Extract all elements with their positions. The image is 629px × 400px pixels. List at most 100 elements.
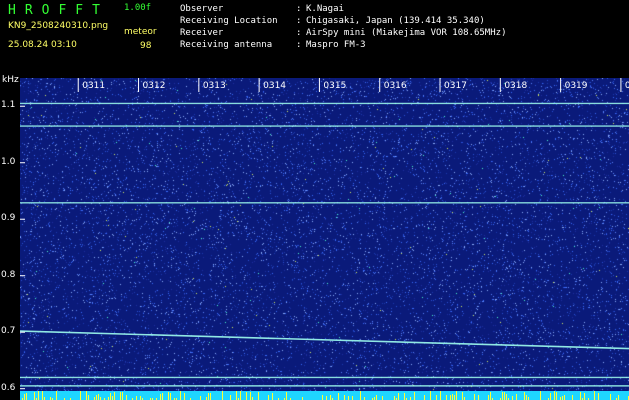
bottom-spike [126,395,127,400]
bottom-spike [490,392,491,400]
bottom-spike [618,395,619,400]
bottom-spike [246,392,247,400]
bottom-spike [414,392,415,400]
header-panel: HROFFT 1.00f KN9_2508240310.png 25.08.24… [0,0,629,74]
bottom-spike [526,395,527,400]
bottom-spike [114,392,115,400]
bottom-spike [610,394,611,400]
frequency-tick-label: 1.0 [1,156,16,167]
bottom-spike [430,391,431,400]
bottom-spike [504,392,505,400]
bottom-spike [580,392,581,400]
antenna-value: Maspro FM-3 [306,40,366,50]
bottom-spike [348,396,349,400]
bottom-spike [42,391,43,400]
bottom-spike [236,391,237,400]
bottom-spike [200,396,201,400]
bottom-spike [382,396,383,400]
observer-label: Observer [180,4,224,14]
bottom-spike [462,392,463,400]
bottom-spike [180,391,181,400]
bottom-spike [136,396,137,400]
bottom-spike [268,395,269,400]
colon: : [296,28,302,38]
bottom-spike [160,394,161,400]
bottom-spike [330,395,331,400]
bottom-spike [424,395,425,400]
bottom-spike [208,393,209,400]
bottom-spike [250,392,251,400]
frequency-tick-label: 0.8 [1,269,16,280]
bottom-spike [556,392,557,400]
bottom-spike [488,395,489,400]
time-tick-label: 0311 [82,81,106,91]
bottom-spike [184,393,185,400]
time-tick-label: 0312 [142,81,166,91]
bottom-spike [436,395,437,400]
bottom-spike [524,392,525,400]
version-label: 1.00f [124,3,152,13]
frequency-unit-label: kHz [2,75,19,85]
bottom-spike [162,393,163,400]
bottom-spike [80,391,81,400]
colon: : [296,40,302,50]
bottom-spike [554,391,555,400]
bottom-spike [140,396,141,400]
bottom-spike [88,395,89,400]
bottom-spike [344,395,345,400]
bottom-spike [540,391,541,400]
spectrogram-overlay [20,78,629,400]
bottom-spike [502,392,503,400]
bottom-spike [564,395,565,400]
bottom-spike [230,395,231,400]
time-tick-label: 0316 [383,81,407,91]
bottom-spike [398,393,399,400]
bottom-spike [598,393,599,400]
frequency-tick-label: 0.6 [1,382,16,393]
antenna-label: Receiving antenna [180,40,273,50]
bottom-spike [516,394,517,400]
bottom-spike [240,391,241,400]
bottom-spike [110,393,111,400]
bottom-spike [404,393,405,400]
bottom-spike [272,393,273,400]
time-tick-label: 0315 [323,81,347,91]
bottom-spike [360,391,361,400]
bottom-spike [96,395,97,400]
datetime-label: 25.08.24 03:10 [8,40,77,50]
bottom-spike [506,394,507,400]
bottom-spike [98,394,99,400]
bottom-spike [122,392,123,400]
app-title: HROFFT [8,3,109,18]
bottom-spike [286,392,287,400]
bottom-spike [210,393,211,400]
bottom-spike [112,396,113,400]
bottom-spike [456,391,457,400]
bottom-spike [452,394,453,400]
colon: : [296,16,302,26]
bottom-spike [34,392,35,400]
bottom-spike [450,395,451,400]
bottom-spike [446,395,447,400]
bottom-spike [376,395,377,400]
time-tick-label: 0317 [444,81,467,91]
time-tick-label: 0313 [202,81,226,91]
bottom-spike [584,393,585,400]
bottom-spike [222,391,223,400]
bottom-spike [86,391,87,400]
location-label: Receiving Location [180,16,278,26]
spectrogram-plot[interactable] [20,78,629,400]
colon: : [296,4,302,14]
bottom-spike [440,391,441,400]
bottom-spike [478,395,479,400]
bottom-spike [322,395,323,400]
time-tick-label: 0319 [564,81,588,91]
bottom-spike [550,393,551,400]
bottom-band [20,391,629,400]
filename-label: KN9_2508240310.png [8,21,109,31]
bottom-spike [38,391,39,400]
time-tick-label: 0318 [504,81,528,91]
bottom-spike [170,393,171,400]
bottom-spike [512,396,513,400]
bottom-spike [394,396,395,400]
